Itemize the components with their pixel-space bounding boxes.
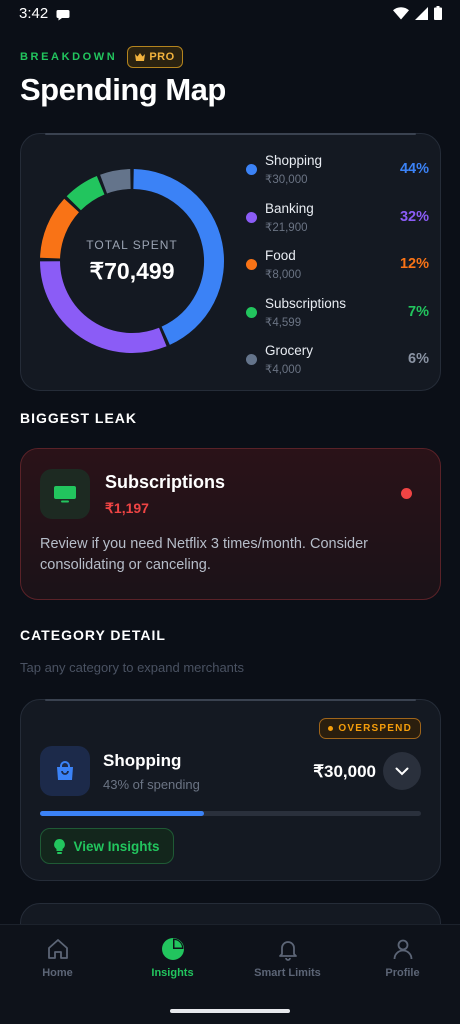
legend-percent: 44% bbox=[399, 161, 429, 177]
wifi-icon bbox=[393, 6, 409, 25]
legend-item-banking[interactable]: Banking ₹21,900 32% bbox=[245, 198, 429, 246]
biggest-leak-card[interactable]: Subscriptions ₹1,197 Review if you need … bbox=[20, 448, 441, 600]
status-bar: 3:42 bbox=[0, 0, 460, 30]
legend-name: Subscriptions bbox=[265, 295, 347, 311]
nav-item-insights[interactable]: Insights bbox=[115, 937, 230, 979]
legend-percent: 32% bbox=[399, 208, 429, 225]
home-indicator bbox=[170, 1009, 290, 1013]
crown-icon bbox=[135, 53, 146, 61]
leak-category-name: Subscriptions bbox=[105, 472, 226, 492]
donut-legend: Shopping ₹30,000 44% Banking ₹21,900 32%… bbox=[245, 150, 429, 388]
category-progress-fill bbox=[40, 811, 204, 816]
badge-dot bbox=[328, 726, 334, 731]
home-icon bbox=[47, 939, 68, 959]
category-card-shopping[interactable]: OVERSPEND Shopping 43% of spending ₹30,0… bbox=[20, 699, 441, 881]
category-amount: ₹30,000 bbox=[313, 762, 376, 781]
pro-badge-label: PRO bbox=[149, 51, 175, 63]
legend-percent: 6% bbox=[408, 351, 429, 367]
legend-name: Banking bbox=[265, 200, 314, 216]
lightbulb-icon bbox=[54, 838, 66, 854]
nav-item-smart-limits[interactable]: Smart Limits bbox=[230, 937, 345, 979]
legend-name: Shopping bbox=[265, 153, 323, 168]
biggest-leak-heading: BIGGEST LEAK bbox=[20, 410, 138, 426]
donut-center: TOTAL SPENT ₹70,499 bbox=[35, 164, 229, 358]
page-title: Spending Map bbox=[20, 72, 226, 107]
battery-icon bbox=[434, 6, 442, 25]
card-top-accent bbox=[45, 699, 416, 701]
user-icon bbox=[393, 939, 412, 960]
legend-color-dot bbox=[246, 306, 257, 318]
legend-amount: ₹4,599 bbox=[265, 316, 302, 329]
nav-label: Smart Limits bbox=[254, 967, 321, 979]
overspend-badge-label: OVERSPEND bbox=[338, 723, 412, 734]
total-spent-value: ₹70,499 bbox=[89, 257, 175, 284]
legend-amount: ₹30,000 bbox=[265, 174, 308, 186]
legend-color-dot bbox=[246, 211, 257, 223]
legend-item-food[interactable]: Food ₹8,000 12% bbox=[245, 245, 429, 293]
expand-button[interactable] bbox=[383, 752, 421, 790]
category-name: Shopping bbox=[103, 751, 182, 770]
cellular-signal-icon bbox=[415, 6, 428, 25]
legend-name: Grocery bbox=[265, 343, 314, 358]
legend-item-subscriptions[interactable]: Subscriptions ₹4,599 7% bbox=[245, 293, 429, 341]
legend-item-grocery[interactable]: Grocery ₹4,000 6% bbox=[245, 340, 429, 388]
message-notification-icon bbox=[56, 8, 70, 26]
category-detail-heading: CATEGORY DETAIL bbox=[20, 627, 166, 643]
legend-percent: 7% bbox=[408, 303, 429, 320]
alert-dot bbox=[401, 488, 412, 499]
nav-item-home[interactable]: Home bbox=[0, 937, 115, 979]
legend-item-shopping[interactable]: Shopping ₹30,000 44% bbox=[245, 150, 429, 198]
spending-breakdown-card: TOTAL SPENT ₹70,499 Shopping ₹30,000 44%… bbox=[20, 133, 441, 391]
eyebrow-label: BREAKDOWN bbox=[20, 51, 118, 63]
legend-name: Food bbox=[265, 248, 296, 263]
total-spent-label: TOTAL SPENT bbox=[86, 237, 178, 252]
tv-icon bbox=[40, 469, 90, 519]
legend-amount: ₹8,000 bbox=[265, 269, 302, 281]
legend-amount: ₹4,000 bbox=[265, 364, 302, 376]
legend-percent: 12% bbox=[399, 256, 429, 272]
chevron-down-icon bbox=[395, 767, 409, 775]
status-time: 3:42 bbox=[19, 5, 49, 22]
nav-label: Insights bbox=[151, 967, 194, 979]
pie-chart-icon bbox=[161, 938, 184, 960]
leak-description: Review if you need Netflix 3 times/month… bbox=[40, 536, 369, 573]
category-share: 43% of spending bbox=[103, 777, 200, 792]
card-top-accent bbox=[45, 133, 416, 135]
bell-icon bbox=[278, 941, 297, 961]
category-detail-hint: Tap any category to expand merchants bbox=[20, 660, 245, 675]
legend-color-dot bbox=[246, 354, 257, 365]
nav-label: Profile bbox=[385, 967, 420, 979]
legend-color-dot bbox=[246, 164, 257, 175]
legend-color-dot bbox=[246, 259, 257, 270]
overspend-badge: OVERSPEND bbox=[319, 718, 421, 739]
category-progress-bar bbox=[40, 811, 421, 816]
legend-amount: ₹21,900 bbox=[265, 221, 308, 234]
view-insights-button[interactable]: View Insights bbox=[40, 828, 174, 864]
nav-label: Home bbox=[42, 967, 73, 979]
nav-item-profile[interactable]: Profile bbox=[345, 937, 460, 979]
view-insights-label: View Insights bbox=[73, 838, 160, 854]
shopping-bag-icon bbox=[40, 746, 90, 796]
header-eyebrow: BREAKDOWN PRO bbox=[20, 46, 183, 68]
pro-badge: PRO bbox=[127, 46, 183, 68]
leak-amount: ₹1,197 bbox=[105, 500, 149, 516]
